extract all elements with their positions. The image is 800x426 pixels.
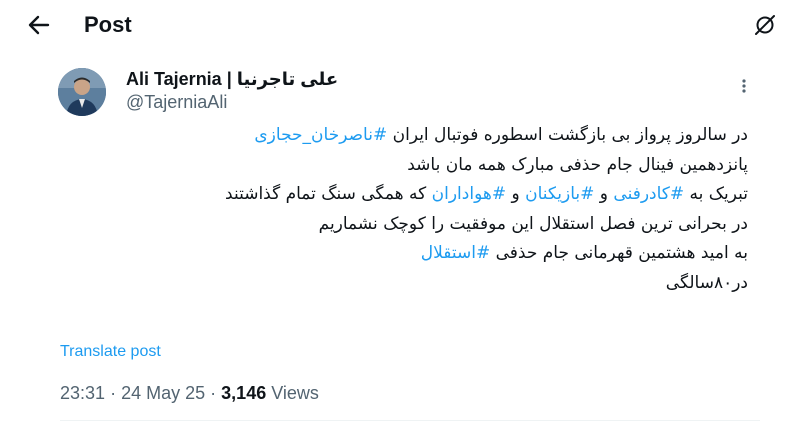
post-meta: 23:31 · 24 May 25 · 3,146 Views [60, 383, 319, 404]
page-title: Post [84, 12, 132, 37]
hashtag-link[interactable]: #ناصرخان_حجازی [254, 125, 387, 145]
views-count: 3,146 [221, 383, 267, 403]
post-time[interactable]: 23:31 [60, 383, 105, 403]
tweet-line: به امید هشتمین قهرمانی جام حذفی #استقلال [60, 239, 748, 269]
back-button[interactable] [22, 10, 56, 44]
tweet-line: تبریک به #کادرفنی و #بازیکنان و #هوادارا… [60, 180, 748, 210]
avatar-image [58, 68, 106, 116]
hashtag-link[interactable]: #بازیکنان [525, 184, 594, 204]
tweet-text: در سالروز پرواز بی بازگشت اسطوره فوتبال … [60, 121, 748, 298]
tweet-text-segment: پانزدهمین فینال جام حذفی مبارک همه مان ب… [407, 154, 748, 175]
more-dots-icon [741, 78, 747, 99]
tweet-line: پانزدهمین فینال جام حذفی مبارک همه مان ب… [60, 151, 748, 181]
arrow-left-icon [28, 15, 50, 40]
tweet-text-segment: به امید هشتمین قهرمانی جام حذفی [490, 243, 748, 263]
grok-button[interactable] [748, 10, 782, 44]
author-avatar[interactable] [58, 68, 106, 116]
author-name[interactable]: Ali Tajernia | علی تاجرنیا [126, 68, 338, 90]
grok-icon [753, 13, 777, 42]
tweet-text-segment: در سالروز پرواز بی بازگشت اسطوره فوتبال … [387, 125, 748, 145]
tweet-line: در بحرانی ترین فصل استقلال این موفقیت را… [60, 210, 748, 240]
meta-separator: · [110, 383, 117, 403]
views-label: Views [271, 383, 319, 403]
hashtag-link[interactable]: #هواداران [432, 184, 506, 204]
display-name: Ali Tajernia | علی تاجرنیا [126, 68, 339, 89]
tweet-line: در۸۰سالگی [60, 269, 748, 299]
translate-post-link[interactable]: Translate post [60, 343, 161, 361]
tweet-line: در سالروز پرواز بی بازگشت اسطوره فوتبال … [60, 121, 748, 151]
post-date[interactable]: 24 May 25 [121, 383, 205, 403]
post-header: Post [0, 0, 800, 52]
tweet-text-segment: و [594, 184, 614, 204]
tweet-text-segment: تبریک به [684, 184, 748, 204]
more-options-button[interactable] [730, 78, 758, 98]
hashtag-link[interactable]: #استقلال [421, 243, 490, 263]
author-handle[interactable]: @TajerniaAli [126, 92, 227, 113]
tweet-text-segment: که همگی سنگ تمام گذاشتند [225, 184, 432, 204]
divider [60, 420, 760, 421]
hashtag-link[interactable]: #کادرفنی [613, 184, 684, 204]
tweet-text-segment: در بحرانی ترین فصل استقلال این موفقیت را… [318, 213, 748, 234]
tweet-text-segment: در۸۰سالگی [665, 272, 748, 293]
meta-separator: · [210, 383, 217, 403]
tweet-text-segment: و [506, 184, 526, 204]
